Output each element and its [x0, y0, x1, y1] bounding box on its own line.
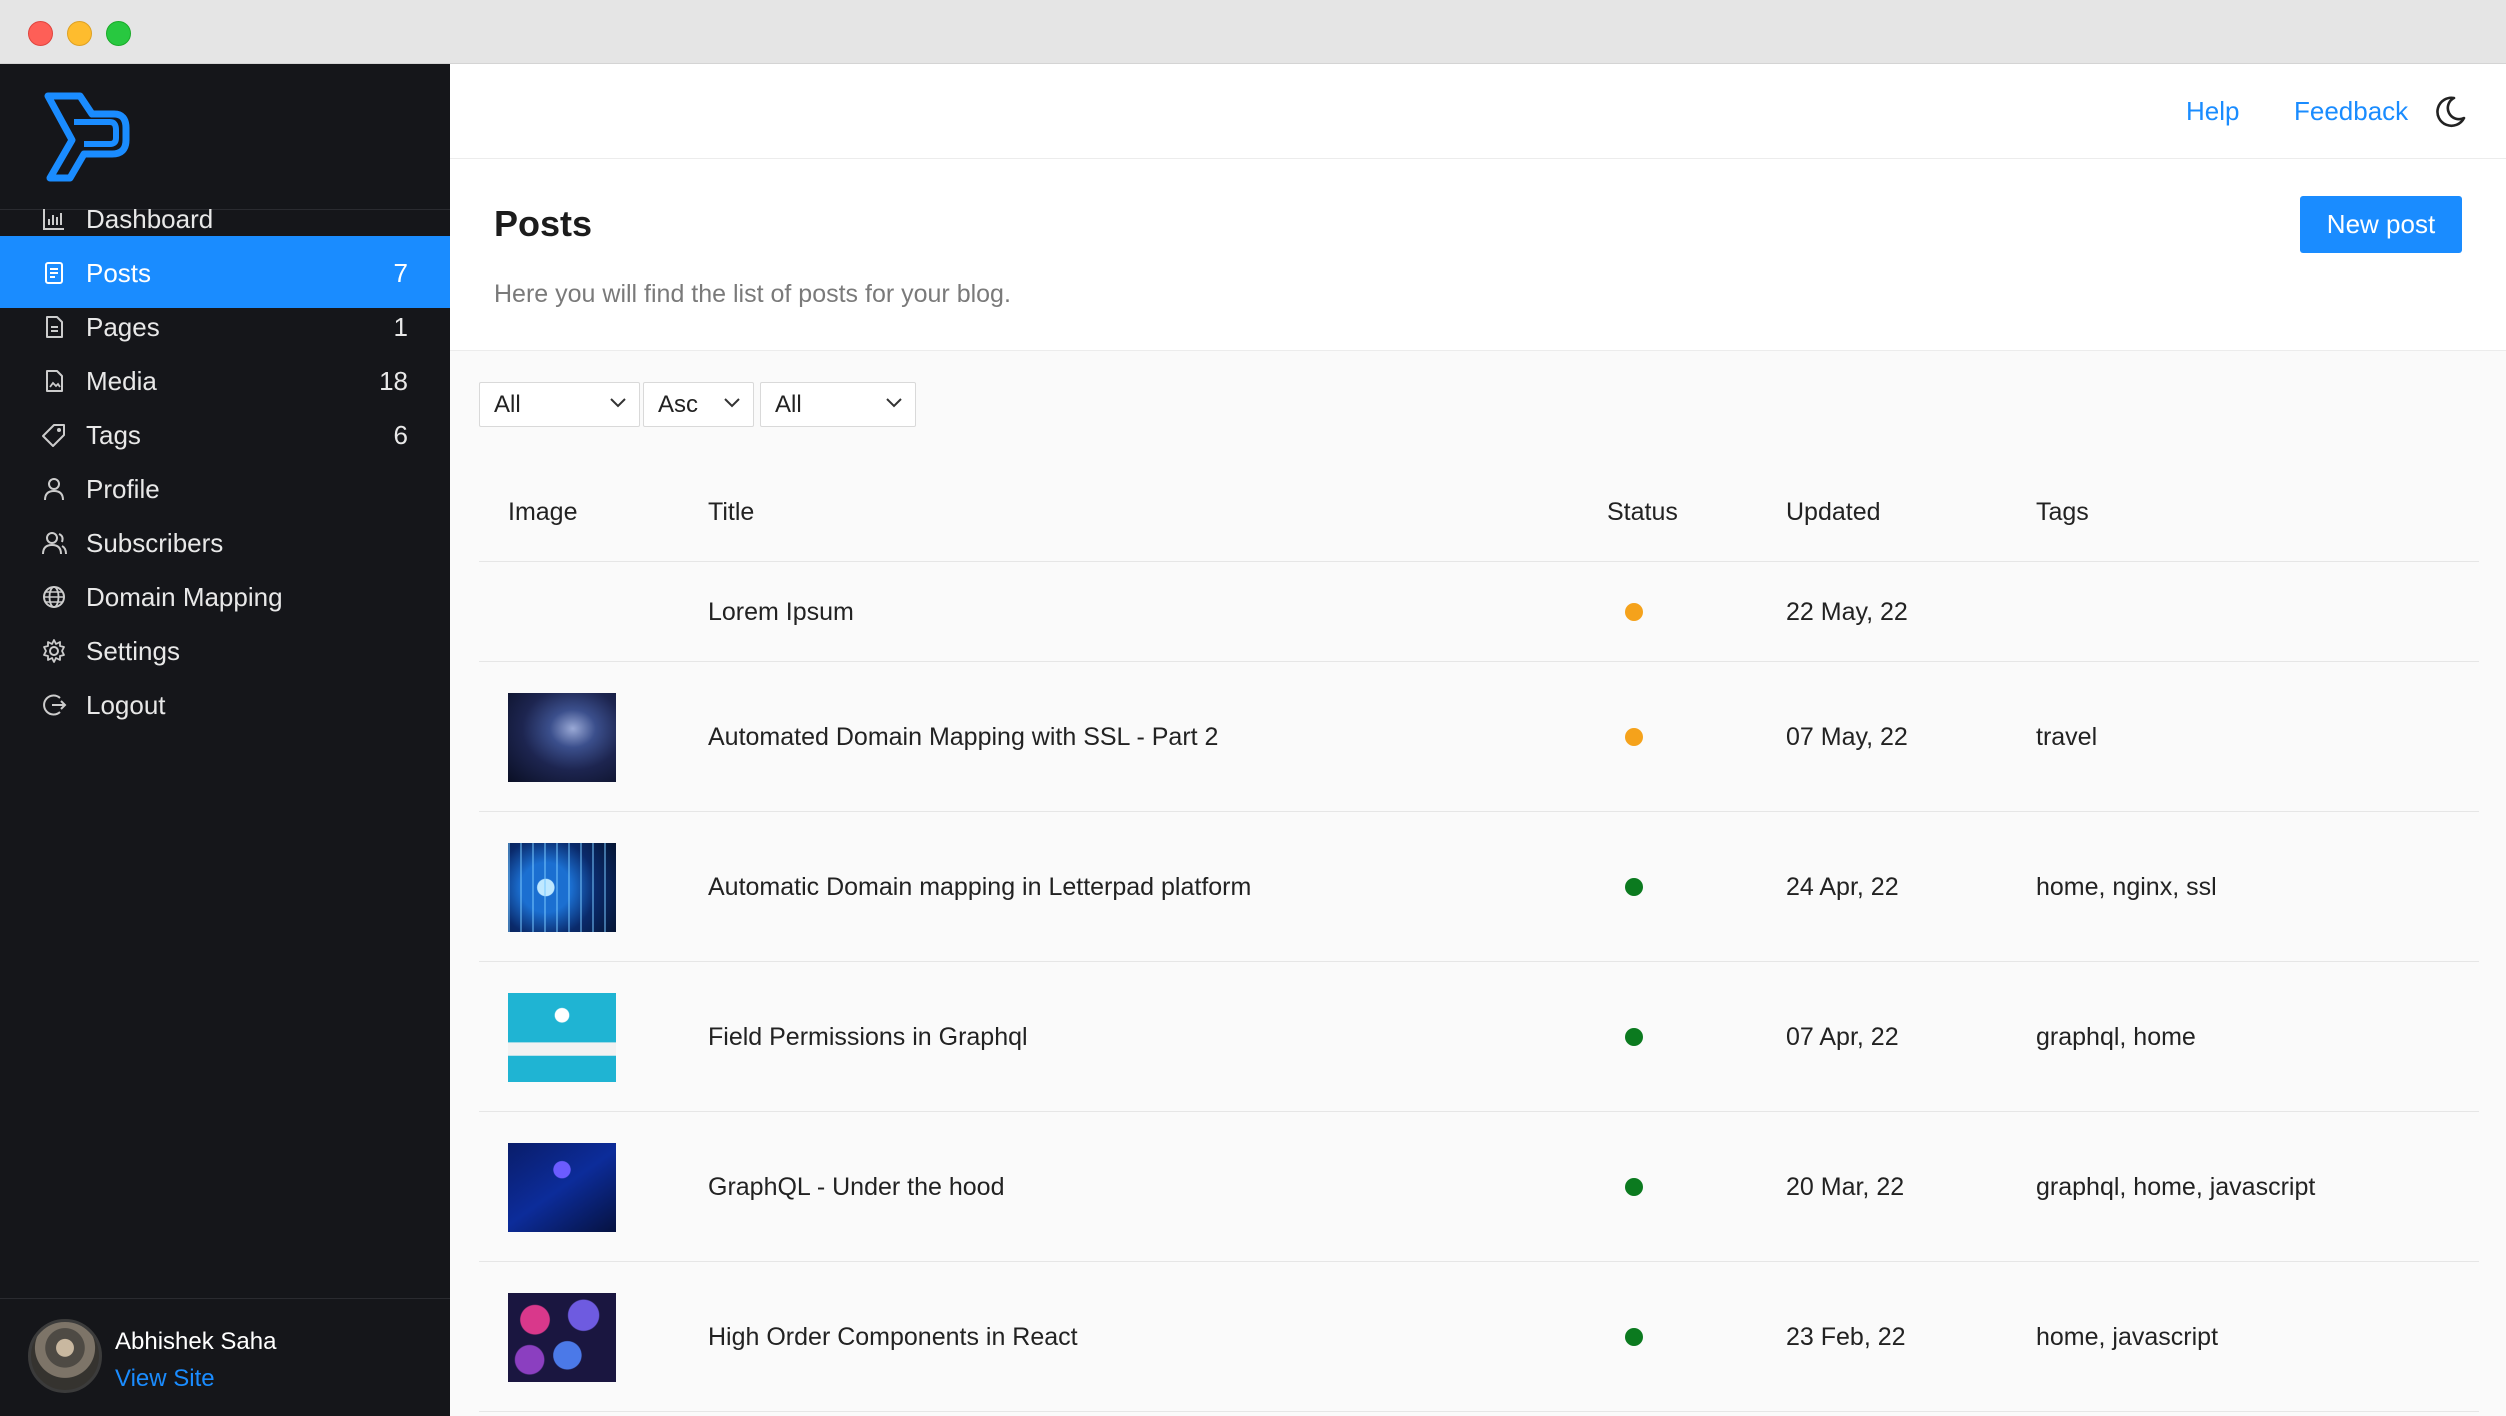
status-filter-select[interactable]: All: [479, 382, 640, 427]
post-tags: travel: [2036, 723, 2098, 751]
post-tags: graphql, home, javascript: [2036, 1173, 2316, 1201]
post-tags: graphql, home: [2036, 1023, 2196, 1051]
tag-filter-value: All: [775, 391, 802, 418]
sidebar: Dashboard Posts 7 Pages 1 Media 18 Tags 6 Profile…: [0, 64, 450, 1416]
sidebar-item-label: Domain Mapping: [86, 582, 283, 612]
post-updated-date: 22 May, 22: [1786, 598, 1908, 626]
status-dot: [1625, 878, 1643, 896]
sidebar-item-count: 7: [393, 258, 408, 288]
chart-icon: [40, 205, 68, 233]
minimize-window-button[interactable]: [67, 21, 92, 46]
column-header-status: Status: [1607, 498, 1678, 526]
sidebar-item-count: 6: [393, 420, 408, 450]
post-title[interactable]: GraphQL - Under the hood: [708, 1172, 1004, 1202]
page-title: Posts: [494, 203, 593, 244]
image-file-icon: [40, 367, 68, 395]
table-row[interactable]: High Order Components in React 23 Feb, 22…: [479, 1262, 2479, 1412]
post-title[interactable]: Lorem Ipsum: [708, 597, 854, 627]
post-updated-date: 23 Feb, 22: [1786, 1323, 1906, 1351]
chevron-down-icon: [886, 398, 902, 408]
topbar: Help Feedback: [450, 64, 2506, 159]
post-title[interactable]: High Order Components in React: [708, 1322, 1078, 1352]
table-header: Image Title Status Updated Tags: [479, 464, 2479, 562]
post-tags: home, javascript: [2036, 1323, 2219, 1351]
window-titlebar: [0, 0, 2506, 64]
post-title[interactable]: Field Permissions in Graphql: [708, 1022, 1028, 1052]
sidebar-item-label: Dashboard: [86, 204, 214, 234]
post-thumbnail: [508, 843, 616, 932]
status-dot: [1625, 603, 1643, 621]
letterpad-logo-icon[interactable]: [44, 92, 130, 182]
document-icon: [40, 259, 68, 287]
column-header-updated: Updated: [1786, 498, 1881, 526]
close-window-button[interactable]: [28, 21, 53, 46]
status-dot: [1625, 1028, 1643, 1046]
table-row[interactable]: Automated Domain Mapping with SSL - Part…: [479, 662, 2479, 812]
help-link[interactable]: Help: [2186, 96, 2239, 126]
users-icon: [40, 529, 68, 557]
post-thumbnail: [508, 993, 616, 1082]
new-post-button[interactable]: New post: [2300, 196, 2462, 253]
column-header-image: Image: [508, 498, 578, 526]
moon-icon[interactable]: [2434, 94, 2468, 128]
user-area: Abhishek Saha View Site: [0, 1298, 450, 1416]
post-updated-date: 24 Apr, 22: [1786, 873, 1899, 901]
sidebar-item-count: 1: [393, 312, 408, 342]
user-icon: [40, 475, 68, 503]
status-filter-value: All: [494, 391, 521, 418]
feedback-link[interactable]: Feedback: [2294, 96, 2408, 126]
column-header-title: Title: [708, 498, 755, 526]
globe-icon: [40, 583, 68, 611]
view-site-link[interactable]: View Site: [115, 1364, 215, 1394]
sidebar-item-label: Settings: [86, 636, 180, 666]
column-header-tags: Tags: [2036, 498, 2089, 526]
table-row[interactable]: Field Permissions in Graphql 07 Apr, 22 gr…: [479, 962, 2479, 1112]
sidebar-item-label: Media: [86, 366, 157, 396]
post-title[interactable]: Automatic Domain mapping in Letterpad pl…: [708, 872, 1251, 902]
chevron-down-icon: [610, 398, 626, 408]
logout-icon: [40, 691, 68, 719]
sidebar-item-count: 18: [379, 366, 408, 396]
table-row[interactable]: Lorem Ipsum 22 May, 22: [479, 562, 2479, 662]
page-icon: [40, 313, 68, 341]
user-name: Abhishek Saha: [115, 1328, 277, 1355]
tag-icon: [40, 421, 68, 449]
page-subtitle: Here you will find the list of posts for…: [494, 280, 1011, 308]
post-updated-date: 07 May, 22: [1786, 723, 1908, 751]
post-thumbnail: [508, 693, 616, 782]
sort-order-value: Asc: [658, 391, 699, 418]
post-thumbnail: [508, 1293, 616, 1382]
post-thumbnail: [508, 1143, 616, 1232]
sort-order-select[interactable]: Asc: [643, 382, 754, 427]
sidebar-item-logout[interactable]: Logout: [0, 668, 450, 740]
status-dot: [1625, 1328, 1643, 1346]
post-updated-date: 20 Mar, 22: [1786, 1173, 1905, 1201]
sidebar-item-label: Profile: [86, 474, 160, 504]
sidebar-item-label: Logout: [86, 690, 166, 720]
chevron-down-icon: [724, 398, 740, 408]
tag-filter-select[interactable]: All: [760, 382, 916, 427]
table-row[interactable]: GraphQL - Under the hood 20 Mar, 22 graphq…: [479, 1112, 2479, 1262]
sidebar-item-label: Subscribers: [86, 528, 224, 558]
sidebar-item-label: Posts: [86, 258, 152, 288]
status-dot: [1625, 728, 1643, 746]
post-tags: home, nginx, ssl: [2036, 873, 2217, 901]
post-title[interactable]: Automated Domain Mapping with SSL - Part…: [708, 722, 1218, 752]
avatar[interactable]: [28, 1319, 102, 1393]
main-content: Help Feedback Posts Here you will find t…: [450, 64, 2506, 1416]
page-header: Posts Here you will find the list of pos…: [450, 159, 2506, 351]
maximize-window-button[interactable]: [106, 21, 131, 46]
status-dot: [1625, 1178, 1643, 1196]
post-updated-date: 07 Apr, 22: [1786, 1023, 1899, 1051]
sidebar-item-label: Tags: [86, 420, 141, 450]
table-row[interactable]: Automatic Domain mapping in Letterpad pl…: [479, 812, 2479, 962]
sidebar-item-label: Pages: [86, 312, 160, 342]
gear-icon: [40, 637, 68, 665]
